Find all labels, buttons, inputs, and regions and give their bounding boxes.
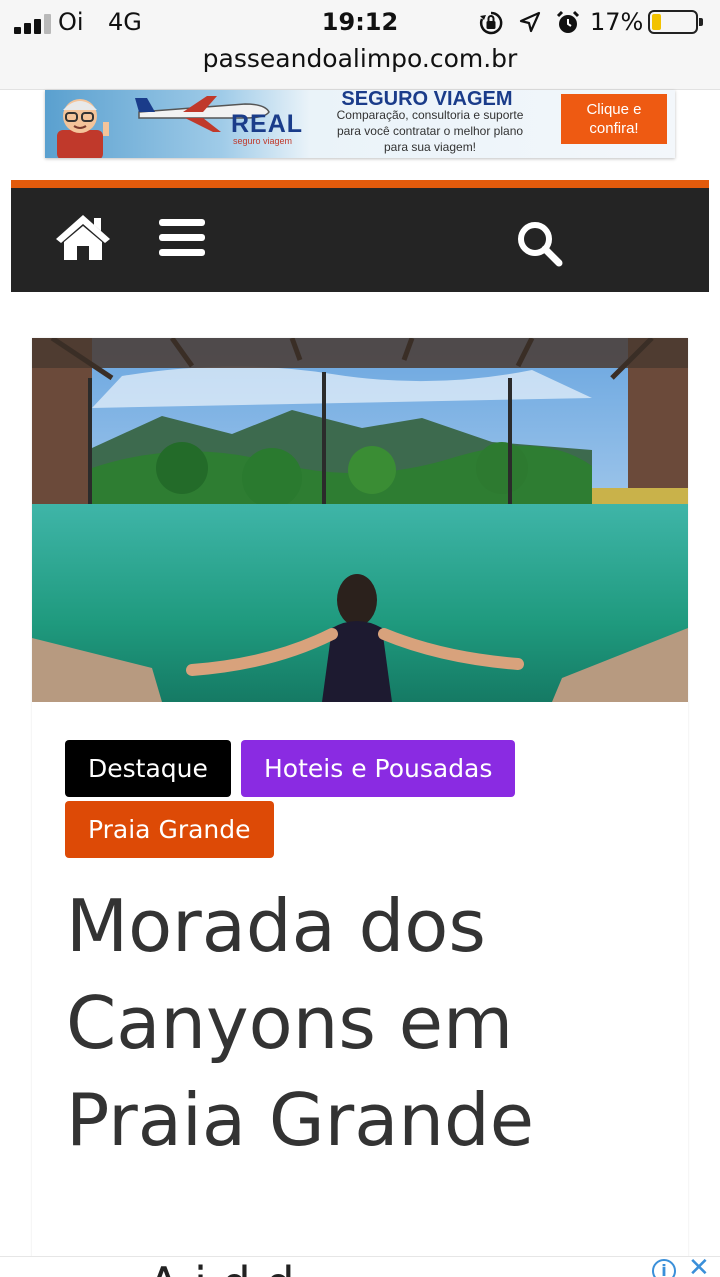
tag-destaque[interactable]: Destaque bbox=[65, 740, 231, 797]
ad-body-text: Comparação, consultoria e suporte para v… bbox=[336, 108, 524, 154]
nav-accent-bar bbox=[11, 180, 709, 188]
address-bar-url[interactable]: passeandoalimpo.com.br bbox=[0, 44, 720, 73]
status-bar: Oi 4G 19:12 17% passeandoalimpo.com.br bbox=[0, 0, 720, 90]
bottom-ad-text: A i d d bbox=[148, 1261, 295, 1277]
alarm-icon bbox=[556, 10, 580, 33]
tag-hoteis-e-pousadas[interactable]: Hoteis e Pousadas bbox=[241, 740, 516, 797]
search-icon[interactable] bbox=[514, 218, 564, 268]
ad-banner[interactable]: REAL seguro viagem SEGURO VIAGEM Compara… bbox=[45, 90, 675, 158]
location-arrow-icon bbox=[519, 11, 541, 33]
adchoices-icon[interactable]: i bbox=[652, 1259, 676, 1277]
battery-percent: 17% bbox=[590, 8, 644, 36]
orientation-lock-icon bbox=[479, 11, 503, 35]
tag-praia-grande[interactable]: Praia Grande bbox=[65, 801, 274, 858]
menu-icon[interactable] bbox=[159, 219, 205, 257]
main-nav bbox=[11, 188, 709, 292]
mascot-illustration bbox=[57, 99, 109, 158]
ad-brand-logo: REAL bbox=[231, 110, 304, 138]
ad-cta-button[interactable]: Clique e confira! bbox=[561, 94, 667, 144]
hero-image[interactable] bbox=[32, 338, 688, 702]
article-card: Destaque Hoteis e Pousadas Praia Grande … bbox=[32, 338, 688, 1258]
bottom-ad-strip[interactable]: A i d d i ✕ bbox=[0, 1256, 720, 1277]
close-icon[interactable]: ✕ bbox=[688, 1257, 710, 1277]
ad-brand-subtitle: seguro viagem bbox=[233, 136, 293, 146]
home-icon[interactable] bbox=[54, 212, 112, 262]
article-title: Morada dos Canyons em Praia Grande bbox=[66, 884, 535, 1162]
battery-icon bbox=[648, 10, 703, 34]
